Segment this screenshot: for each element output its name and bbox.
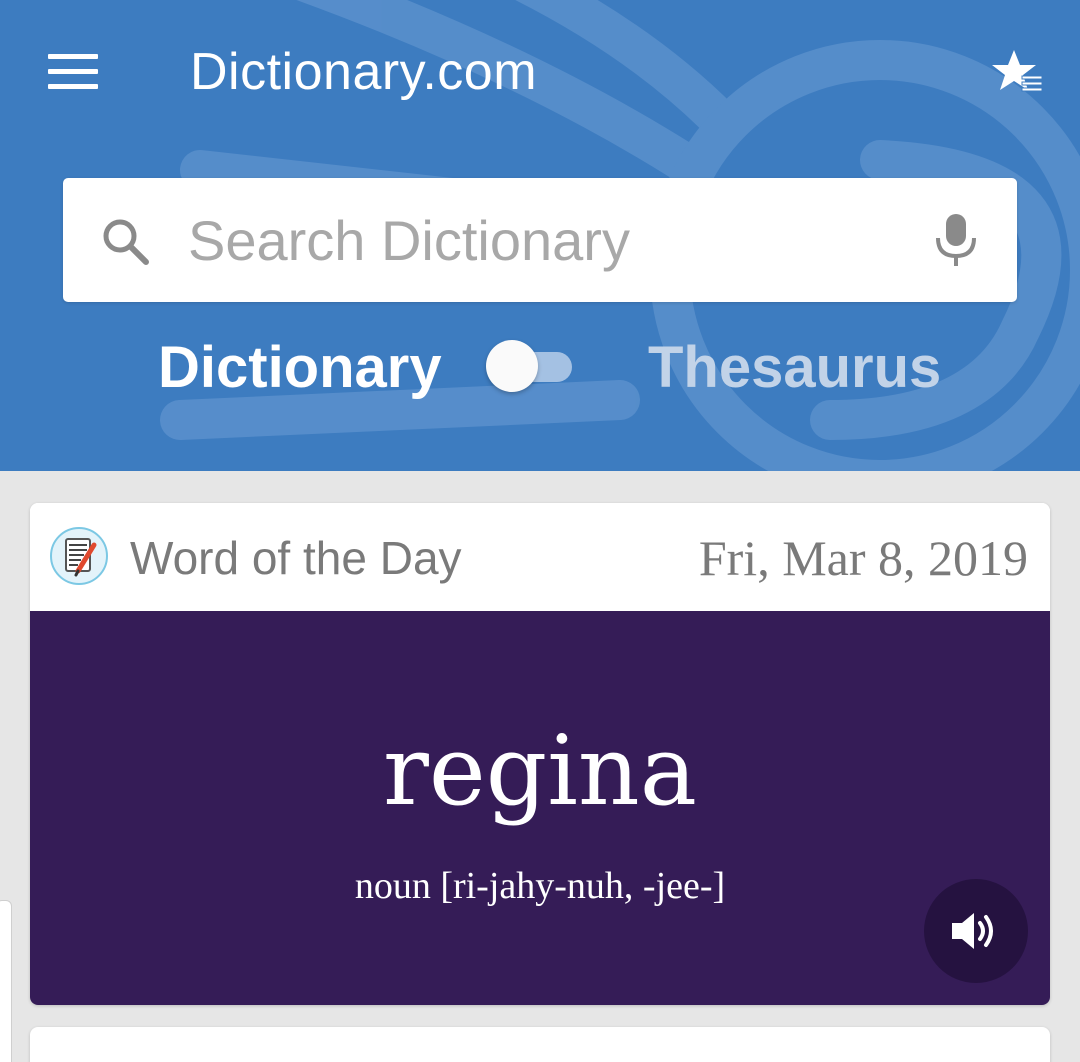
favorites-button[interactable]	[990, 46, 1046, 98]
menu-button[interactable]	[48, 54, 100, 90]
word-of-the-day-card[interactable]: Word of the Day Fri, Mar 8, 2019 regina …	[30, 503, 1050, 1005]
star-list-icon	[992, 50, 1043, 92]
play-pronunciation-button[interactable]	[924, 879, 1028, 983]
dictionary-thesaurus-switch[interactable]	[484, 340, 576, 394]
dictionary-mode-label[interactable]: Dictionary	[158, 332, 442, 404]
word-of-the-day-body: regina noun [ri-jahy-nuh, -jee-]	[30, 611, 1050, 1005]
speaker-icon	[952, 913, 993, 949]
word-of-the-day-header: Word of the Day Fri, Mar 8, 2019	[30, 503, 1050, 611]
menu-line	[48, 84, 98, 89]
word-pronunciation: noun [ri-jahy-nuh, -jee-]	[354, 865, 726, 907]
featured-word: regina	[383, 715, 697, 827]
menu-line	[48, 54, 98, 59]
search-input[interactable]	[188, 190, 908, 290]
app-header: Dictionary.com Dictionary	[0, 0, 1080, 471]
app-screen: Dictionary.com Dictionary	[0, 0, 1080, 1062]
search-icon	[103, 219, 149, 265]
side-panel-edge	[0, 900, 12, 1062]
notepad-pencil-icon	[50, 527, 108, 585]
microphone-icon	[936, 214, 976, 266]
app-title: Dictionary.com	[190, 43, 538, 101]
word-of-the-day-date: Fri, Mar 8, 2019	[698, 530, 1028, 586]
voice-search-button[interactable]	[928, 210, 984, 270]
word-of-the-day-title: Word of the Day	[130, 532, 462, 584]
menu-line	[48, 69, 98, 74]
next-card[interactable]	[30, 1027, 1050, 1062]
switch-thumb	[486, 340, 538, 392]
thesaurus-mode-label[interactable]: Thesaurus	[648, 332, 941, 404]
